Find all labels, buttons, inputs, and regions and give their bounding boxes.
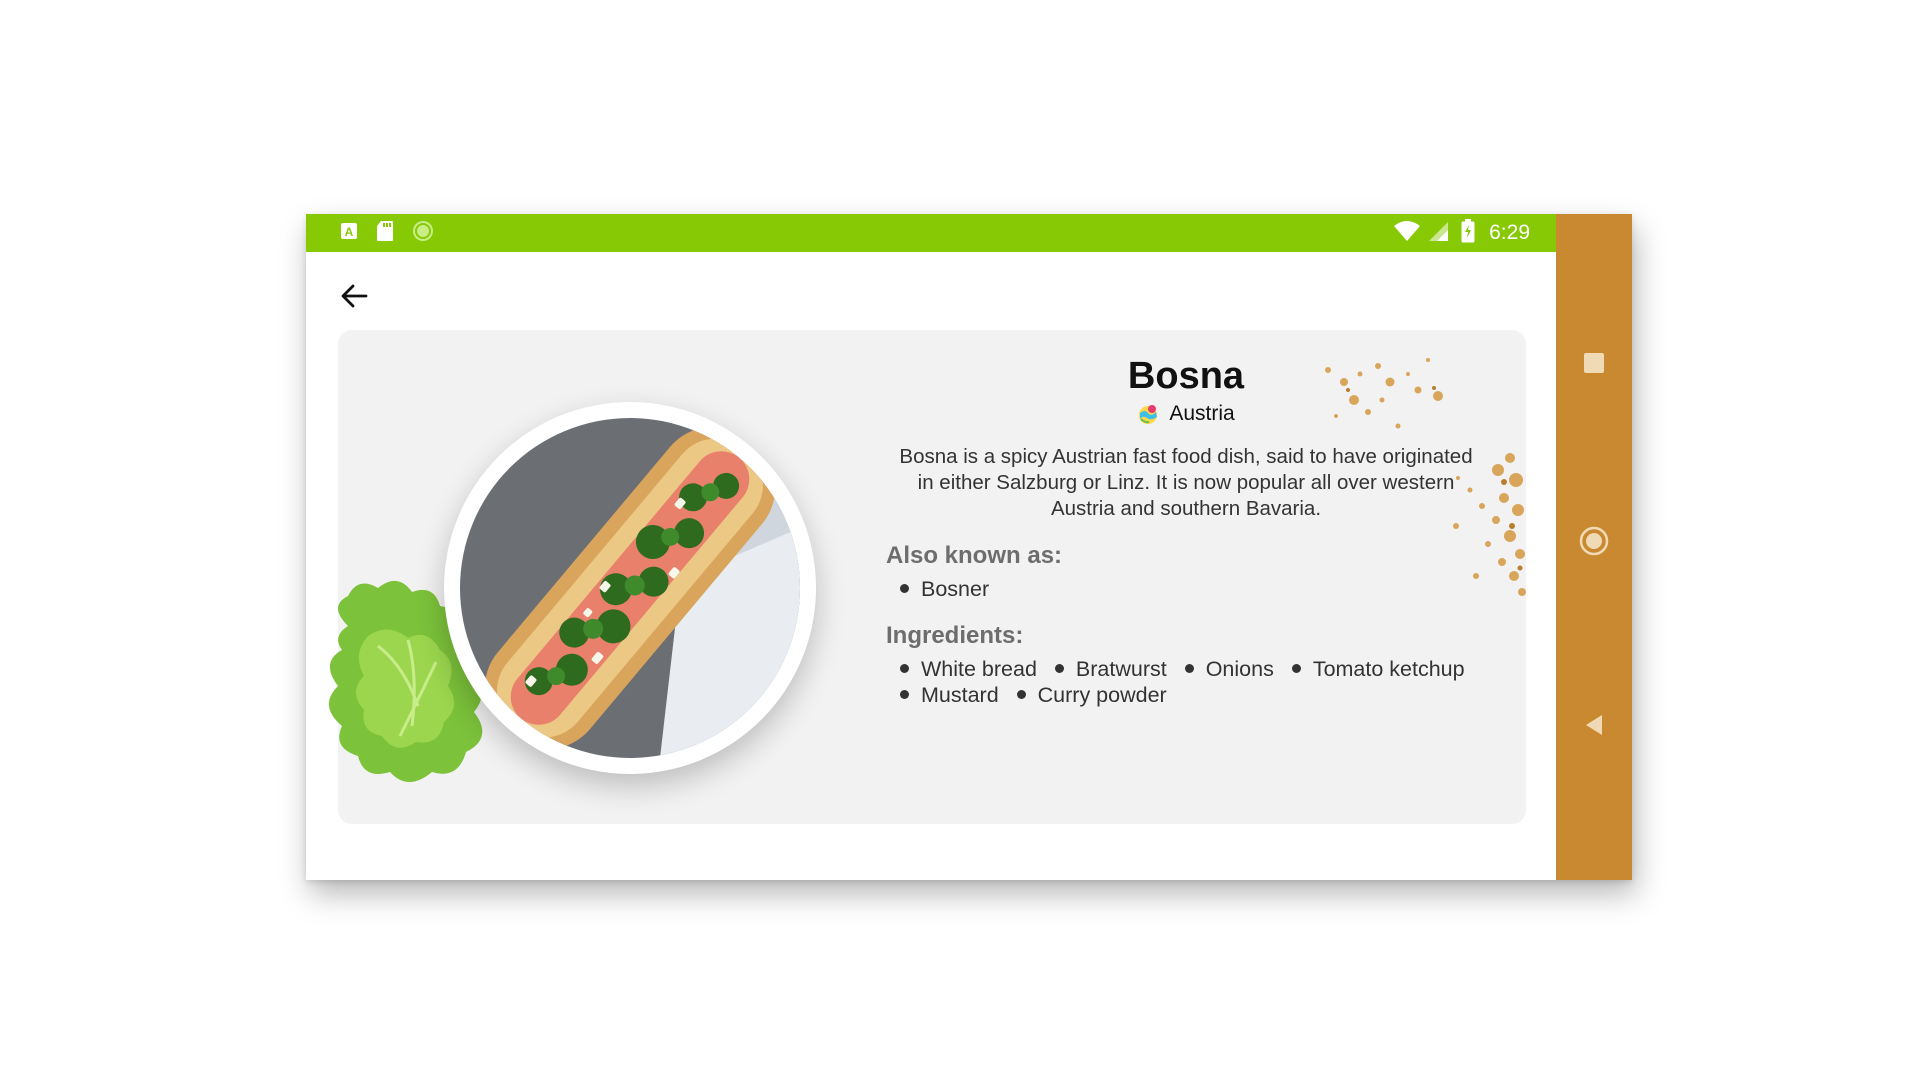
signal-icon [1427,220,1449,247]
back-arrow-button[interactable] [332,274,376,318]
battery-charging-icon [1461,218,1475,248]
dish-photo-frame [444,402,816,774]
list-item: White bread [900,657,1037,681]
a-badge-icon: A [340,222,358,245]
list-item: Curry powder [1016,683,1167,707]
circle-icon [1579,526,1609,556]
dish-origin: Austria [886,402,1486,426]
triangle-back-icon [1586,715,1602,735]
square-icon [1584,353,1604,373]
status-time: 6:29 [1489,221,1530,244]
status-bar: A 6:29 [306,214,1556,252]
sync-circle-icon [412,220,434,247]
globe-icon [1139,405,1158,424]
dish-country: Austria [1169,402,1235,425]
also-known-as-list: Bosner [886,576,1486,602]
home-button[interactable] [1556,526,1632,556]
bosna-sandwich-image-icon [460,418,800,758]
dish-title: Bosna [1127,355,1245,397]
recents-button[interactable] [1556,352,1632,374]
device-frame: A 6:29 Bosna Austria Bosna is a spicy Au… [306,214,1632,880]
ingredients-heading: Ingredients: [886,622,1024,649]
also-known-as-heading: Also known as: [886,542,1063,569]
dish-card: Bosna Austria Bosna is a spicy Austrian … [328,330,1526,824]
list-item: Bosner [900,577,989,601]
navigation-bar [1556,214,1632,880]
svg-text:A: A [345,225,354,239]
dish-description: Bosna is a spicy Austrian fast food dish… [899,445,1473,520]
arrow-left-icon [341,284,368,308]
list-item: Tomato ketchup [1291,657,1465,681]
ingredients-list: White bread Bratwurst Onions Tomato ketc… [886,656,1486,708]
sd-card-icon [376,220,394,247]
back-button[interactable] [1556,714,1632,736]
wifi-icon [1393,220,1421,247]
dish-details: Bosna Austria Bosna is a spicy Austrian … [886,354,1486,708]
list-item: Onions [1184,657,1274,681]
list-item: Mustard [900,683,999,707]
list-item: Bratwurst [1054,657,1167,681]
dish-photo [460,418,800,758]
